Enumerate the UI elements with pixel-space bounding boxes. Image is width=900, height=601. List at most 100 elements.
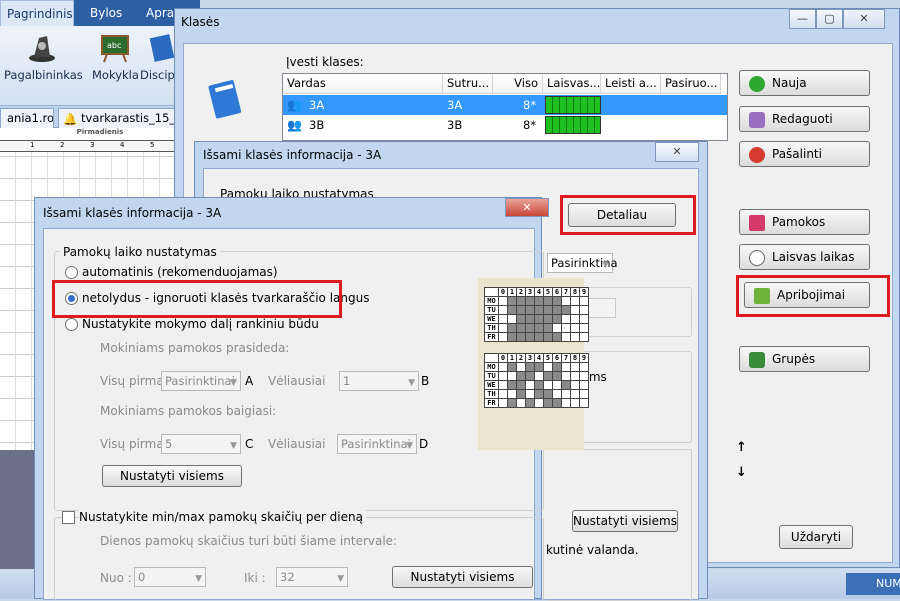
groups-label: Grupės: [772, 352, 816, 366]
doc-tab-tvarkarastis-label: tvarkarastis_15_16: [81, 111, 188, 125]
radio-manual-label: Nustatykite mokymo dalį rankiniu būdu: [82, 317, 319, 331]
detail-front-title: Išsami klasės informacija - 3A: [43, 206, 222, 220]
class-group-icon: 👥: [287, 118, 302, 132]
detail-front-client: Pamokų laiko nustatymas automatinis (rek…: [43, 228, 589, 601]
minimize-button[interactable]: —: [789, 9, 816, 29]
table-row[interactable]: 👥 3A 3A 8*: [283, 95, 727, 115]
blackboard-icon: abc: [101, 35, 129, 63]
mokykla-button[interactable]: abc Mokykla: [92, 32, 139, 82]
nuo-value: 0: [138, 570, 146, 584]
classes-list[interactable]: Vardas Sutru... Viso Laisvas... Leisti a…: [282, 73, 728, 141]
free-time-button[interactable]: Laisvas laikas: [739, 244, 870, 270]
book-icon: [149, 34, 175, 62]
start-first-combo[interactable]: Pasirinktinai ▼: [161, 371, 241, 391]
end-latest-value: Pasirinktinai: [341, 437, 411, 451]
class-group-icon: 👥: [287, 98, 302, 112]
minmax-checkbox[interactable]: [62, 511, 75, 524]
col-pasiruosimas[interactable]: Pasiruo...: [661, 74, 721, 94]
detail-front-close-button[interactable]: ✕: [505, 198, 549, 217]
clock-icon: [749, 250, 765, 266]
grid-col: 5: [150, 141, 155, 149]
group-icon: [749, 112, 765, 128]
radio-automatic-label: automatinis (rekomenduojamas): [82, 265, 278, 279]
col-sutrumpinimas[interactable]: Sutru...: [443, 74, 493, 94]
minmax-group: [54, 517, 544, 601]
doc-tab-ania1[interactable]: ania1.roz: [0, 108, 54, 128]
wizard-hat-icon: [29, 36, 55, 62]
start-label: Mokiniams pamokos prasideda:: [100, 341, 290, 355]
iki-value: 32: [280, 570, 295, 584]
chevron-down-icon: ▼: [602, 260, 609, 270]
col-vardas[interactable]: Vardas: [283, 74, 443, 94]
lessons-button[interactable]: Pamokos: [739, 209, 870, 235]
num-indicator: NUM: [846, 573, 900, 595]
highlight-constraints: [736, 275, 890, 317]
close-button[interactable]: ✕: [843, 9, 885, 29]
detail-window-front: Išsami klasės informacija - 3A ✕ Pamokų …: [34, 197, 589, 601]
disciplinos-label: Discip: [140, 68, 175, 82]
highlight-nonlinear: [52, 280, 342, 318]
move-down-button[interactable]: ↓: [736, 465, 747, 480]
tab-pagrindinis[interactable]: Pagrindinis: [0, 0, 74, 26]
start-latest-combo[interactable]: 1 ▼: [339, 371, 419, 391]
chevron-down-icon: ▼: [230, 378, 237, 388]
start-latest-label: Vėliausiai: [268, 374, 326, 388]
chevron-down-icon: ▼: [230, 441, 237, 451]
edit-label: Redaguoti: [772, 112, 833, 126]
timetable-cell: [579, 398, 589, 408]
iki-combo[interactable]: 32 ▼: [276, 567, 348, 587]
lessons-label: Pamokos: [772, 215, 826, 229]
time-settings-label: Pamokų laiko nustatymas: [60, 245, 220, 259]
table-row[interactable]: 👥 3B 3B 8*: [283, 115, 727, 135]
detail-back-close-button[interactable]: ✕: [655, 142, 699, 162]
maximize-button[interactable]: ▢: [816, 9, 843, 29]
set-all-button-2[interactable]: Nustatyti visiems: [392, 566, 533, 588]
new-button[interactable]: Nauja: [739, 70, 870, 96]
col-laisvas[interactable]: Laisvas...: [543, 74, 601, 94]
end-label: Mokiniams pamokos baigiasi:: [100, 404, 277, 418]
detail-back-combo[interactable]: Pasirinktina ▼: [547, 253, 618, 273]
row-vardas: 3B: [309, 118, 325, 132]
grid-header: 1 2 3 4 5 6: [0, 140, 200, 152]
set-all-button-1[interactable]: Nustatyti visiems: [102, 465, 242, 487]
grid-col: 1: [30, 141, 35, 149]
end-first-label: Visų pirma: [100, 437, 164, 451]
ribbon: Pagalbininkas abc Mokykla Discip: [0, 26, 200, 106]
ribbon-tab-bar: Pagrindinis Bylos Apra: [0, 0, 200, 26]
nuo-combo[interactable]: 0 ▼: [134, 567, 206, 587]
timetable-preview-2: 0 1 2 3 4 5 6 7 8 9 MO TU WE TH FR: [484, 353, 589, 408]
doc-tab-tvarkarastis[interactable]: 🔔 tvarkarastis_15_16: [58, 108, 188, 128]
end-latest-combo[interactable]: Pasirinktinai ▼: [337, 434, 417, 454]
pagalbininkas-button[interactable]: Pagalbininkas: [4, 32, 83, 82]
iki-label: Iki :: [244, 571, 266, 585]
lessons-icon: [749, 215, 765, 231]
delete-label: Pašalinti: [772, 147, 822, 161]
free-time-bar: [545, 96, 601, 114]
end-first-combo[interactable]: 5 ▼: [161, 434, 241, 454]
row-vardas: 3A: [309, 98, 325, 112]
highlight-details: [560, 195, 696, 235]
detail-back-set-all-button[interactable]: Nustatyti visiems: [572, 510, 678, 532]
close-dialog-button[interactable]: Uždaryti: [779, 525, 853, 549]
start-latest-letter: B: [421, 374, 430, 388]
plus-icon: [749, 76, 765, 92]
minus-icon: [749, 147, 765, 163]
range-label: Dienos pamokų skaičius turi būti šiame i…: [100, 534, 398, 548]
col-viso[interactable]: Viso: [493, 74, 543, 94]
row-viso: 8*: [523, 98, 537, 112]
groups-button[interactable]: Grupės: [739, 346, 870, 372]
chevron-down-icon: ▼: [408, 378, 415, 388]
move-up-button[interactable]: ↑: [736, 440, 747, 455]
start-letter: A: [245, 374, 254, 388]
delete-button[interactable]: Pašalinti: [739, 141, 870, 167]
radio-automatic[interactable]: [65, 266, 78, 279]
tab-bylos[interactable]: Bylos: [90, 0, 136, 26]
edit-button[interactable]: Redaguoti: [739, 106, 870, 132]
radio-manual[interactable]: [65, 318, 78, 331]
timetable-day-label: FR: [484, 332, 499, 342]
detail-back-title: Išsami klasės informacija - 3A: [203, 148, 382, 162]
enter-classes-label: Įvesti klases:: [286, 55, 364, 69]
col-leisti[interactable]: Leisti a...: [601, 74, 661, 94]
start-latest-value: 1: [343, 374, 351, 388]
grid-col: 3: [90, 141, 95, 149]
